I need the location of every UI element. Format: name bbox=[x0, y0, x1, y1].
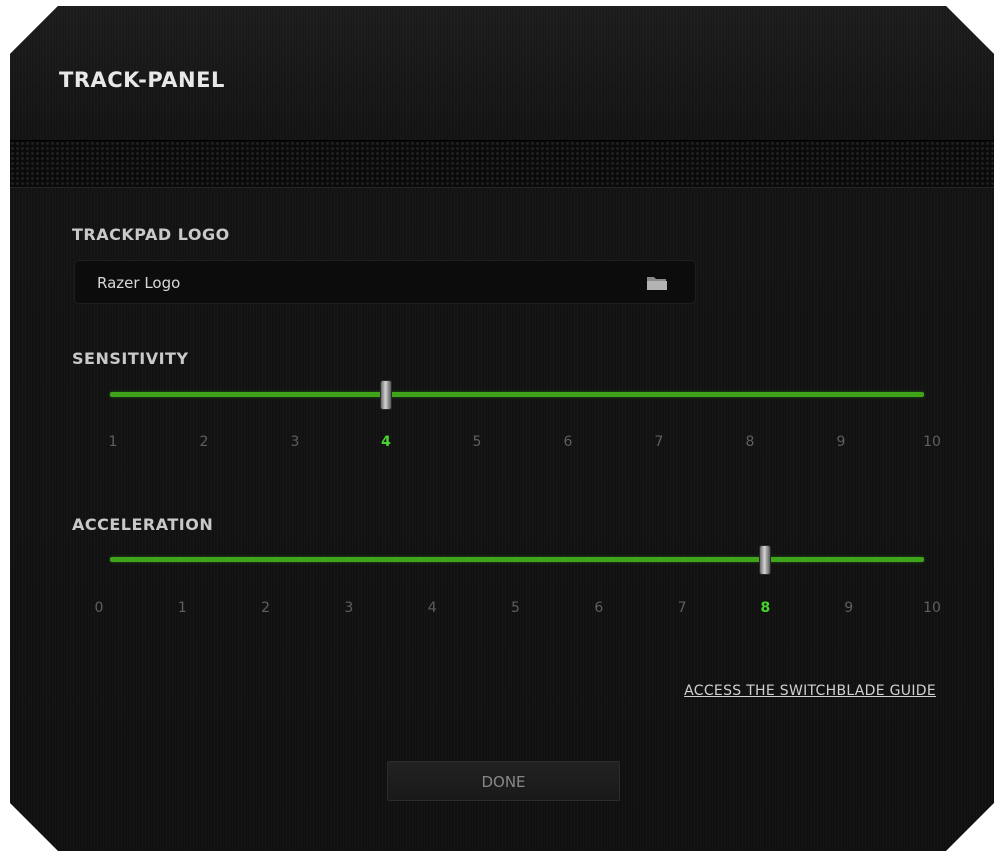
acceleration-tick-0[interactable]: 0 bbox=[84, 600, 114, 616]
done-button[interactable]: DONE bbox=[387, 761, 620, 801]
sensitivity-label: SENSITIVITY bbox=[72, 349, 189, 368]
sensitivity-tick-5[interactable]: 5 bbox=[462, 434, 492, 450]
acceleration-tick-10[interactable]: 10 bbox=[917, 600, 947, 616]
acceleration-tick-1[interactable]: 1 bbox=[167, 600, 197, 616]
acceleration-tick-5[interactable]: 5 bbox=[501, 600, 531, 616]
acceleration-label: ACCELERATION bbox=[72, 515, 214, 534]
acceleration-tick-2[interactable]: 2 bbox=[251, 600, 281, 616]
trackpad-logo-value: Razer Logo bbox=[97, 274, 181, 292]
trackpad-logo-field[interactable]: Razer Logo bbox=[74, 260, 696, 304]
sensitivity-tick-1[interactable]: 1 bbox=[98, 434, 128, 450]
sensitivity-tick-10[interactable]: 10 bbox=[917, 434, 947, 450]
sensitivity-tick-2[interactable]: 2 bbox=[189, 434, 219, 450]
track-panel-dialog: TRACK-PANEL TRACKPAD LOGO Razer Logo SEN… bbox=[10, 6, 994, 851]
sensitivity-tick-7[interactable]: 7 bbox=[644, 434, 674, 450]
acceleration-tick-7[interactable]: 7 bbox=[667, 600, 697, 616]
sensitivity-thumb[interactable] bbox=[380, 380, 392, 410]
acceleration-slider[interactable] bbox=[110, 545, 924, 575]
sensitivity-track[interactable] bbox=[110, 392, 924, 397]
acceleration-tick-4[interactable]: 4 bbox=[417, 600, 447, 616]
acceleration-tick-9[interactable]: 9 bbox=[834, 600, 864, 616]
acceleration-tick-8[interactable]: 8 bbox=[750, 600, 780, 616]
sensitivity-tick-8[interactable]: 8 bbox=[735, 434, 765, 450]
dialog-title: TRACK-PANEL bbox=[59, 68, 225, 92]
dialog-header: TRACK-PANEL bbox=[10, 6, 994, 138]
sensitivity-tick-3[interactable]: 3 bbox=[280, 434, 310, 450]
trackpad-logo-label: TRACKPAD LOGO bbox=[72, 225, 230, 244]
sensitivity-slider[interactable] bbox=[110, 380, 924, 410]
sensitivity-tick-9[interactable]: 9 bbox=[826, 434, 856, 450]
acceleration-tick-3[interactable]: 3 bbox=[334, 600, 364, 616]
sensitivity-tick-6[interactable]: 6 bbox=[553, 434, 583, 450]
sensitivity-tick-4[interactable]: 4 bbox=[371, 434, 401, 450]
acceleration-track[interactable] bbox=[110, 557, 924, 562]
acceleration-thumb[interactable] bbox=[759, 545, 771, 575]
mesh-divider bbox=[10, 140, 994, 188]
switchblade-guide-link[interactable]: ACCESS THE SWITCHBLADE GUIDE bbox=[684, 683, 936, 699]
acceleration-tick-6[interactable]: 6 bbox=[584, 600, 614, 616]
folder-icon[interactable] bbox=[646, 275, 668, 291]
